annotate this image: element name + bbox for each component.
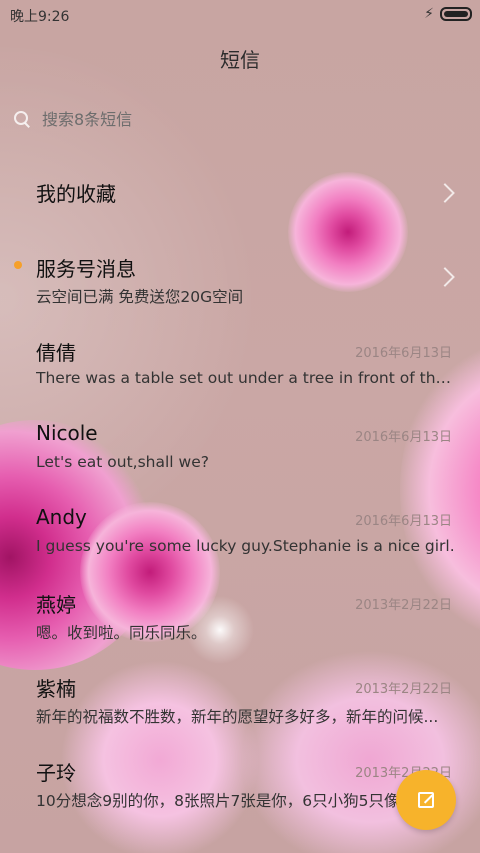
row-title: 子玲: [36, 761, 76, 785]
list-item[interactable]: 紫楠 2013年2月22日 新年的祝福数不胜数，新年的愿望好多好多，新年的问候.…: [0, 673, 480, 757]
row-preview: I guess you're some lucky guy.Stephanie …: [36, 537, 455, 555]
row-date: 2016年6月13日: [355, 346, 452, 361]
row-title: Nicole: [36, 421, 98, 445]
compose-icon: [418, 792, 434, 808]
row-title: 我的收藏: [36, 182, 116, 206]
row-preview: 云空间已满 免费送您20G空间: [36, 288, 244, 306]
unread-dot: [14, 261, 22, 269]
chevron-right-icon: [435, 183, 455, 203]
row-title: 紫楠: [36, 677, 76, 701]
row-title: 服务号消息: [36, 257, 136, 281]
charging-icon: ⚡: [424, 6, 434, 22]
list-item-favorites[interactable]: 我的收藏: [0, 178, 480, 262]
page-title: 短信: [220, 48, 260, 72]
list-item[interactable]: 燕婷 2013年2月22日 嗯。收到啦。同乐同乐。: [0, 589, 480, 673]
search-input[interactable]: [40, 108, 424, 130]
list-item[interactable]: 倩倩 2016年6月13日 There was a table set out …: [0, 337, 480, 421]
search-icon: [14, 111, 30, 127]
battery-icon: [440, 7, 472, 21]
row-preview: Let's eat out,shall we?: [36, 453, 209, 471]
list-item[interactable]: Andy 2016年6月13日 I guess you're some luck…: [0, 505, 480, 589]
row-preview: 10分想念9别的你，8张照片7张是你，6只小狗5只像你: [36, 792, 416, 810]
row-date: 2013年2月22日: [355, 682, 452, 697]
search-bar[interactable]: [14, 102, 466, 136]
status-bar: 晚上9:26 ⚡: [0, 0, 480, 28]
status-time: 晚上9:26: [10, 9, 70, 25]
list-item[interactable]: Nicole 2016年6月13日 Let's eat out,shall we…: [0, 421, 480, 505]
row-preview: 新年的祝福数不胜数，新年的愿望好多好多，新年的问候...: [36, 708, 439, 726]
chevron-right-icon: [435, 267, 455, 287]
list-item-service-messages[interactable]: 服务号消息 云空间已满 免费送您20G空间: [0, 253, 480, 337]
row-date: 2013年2月22日: [355, 598, 452, 613]
row-title: 倩倩: [36, 341, 76, 365]
row-title: 燕婷: [36, 593, 76, 617]
row-title: Andy: [36, 505, 87, 529]
row-preview: 嗯。收到啦。同乐同乐。: [36, 624, 207, 642]
compose-button[interactable]: [396, 770, 456, 830]
row-date: 2016年6月13日: [355, 514, 452, 529]
row-preview: There was a table set out under a tree i…: [36, 369, 456, 387]
row-date: 2016年6月13日: [355, 430, 452, 445]
